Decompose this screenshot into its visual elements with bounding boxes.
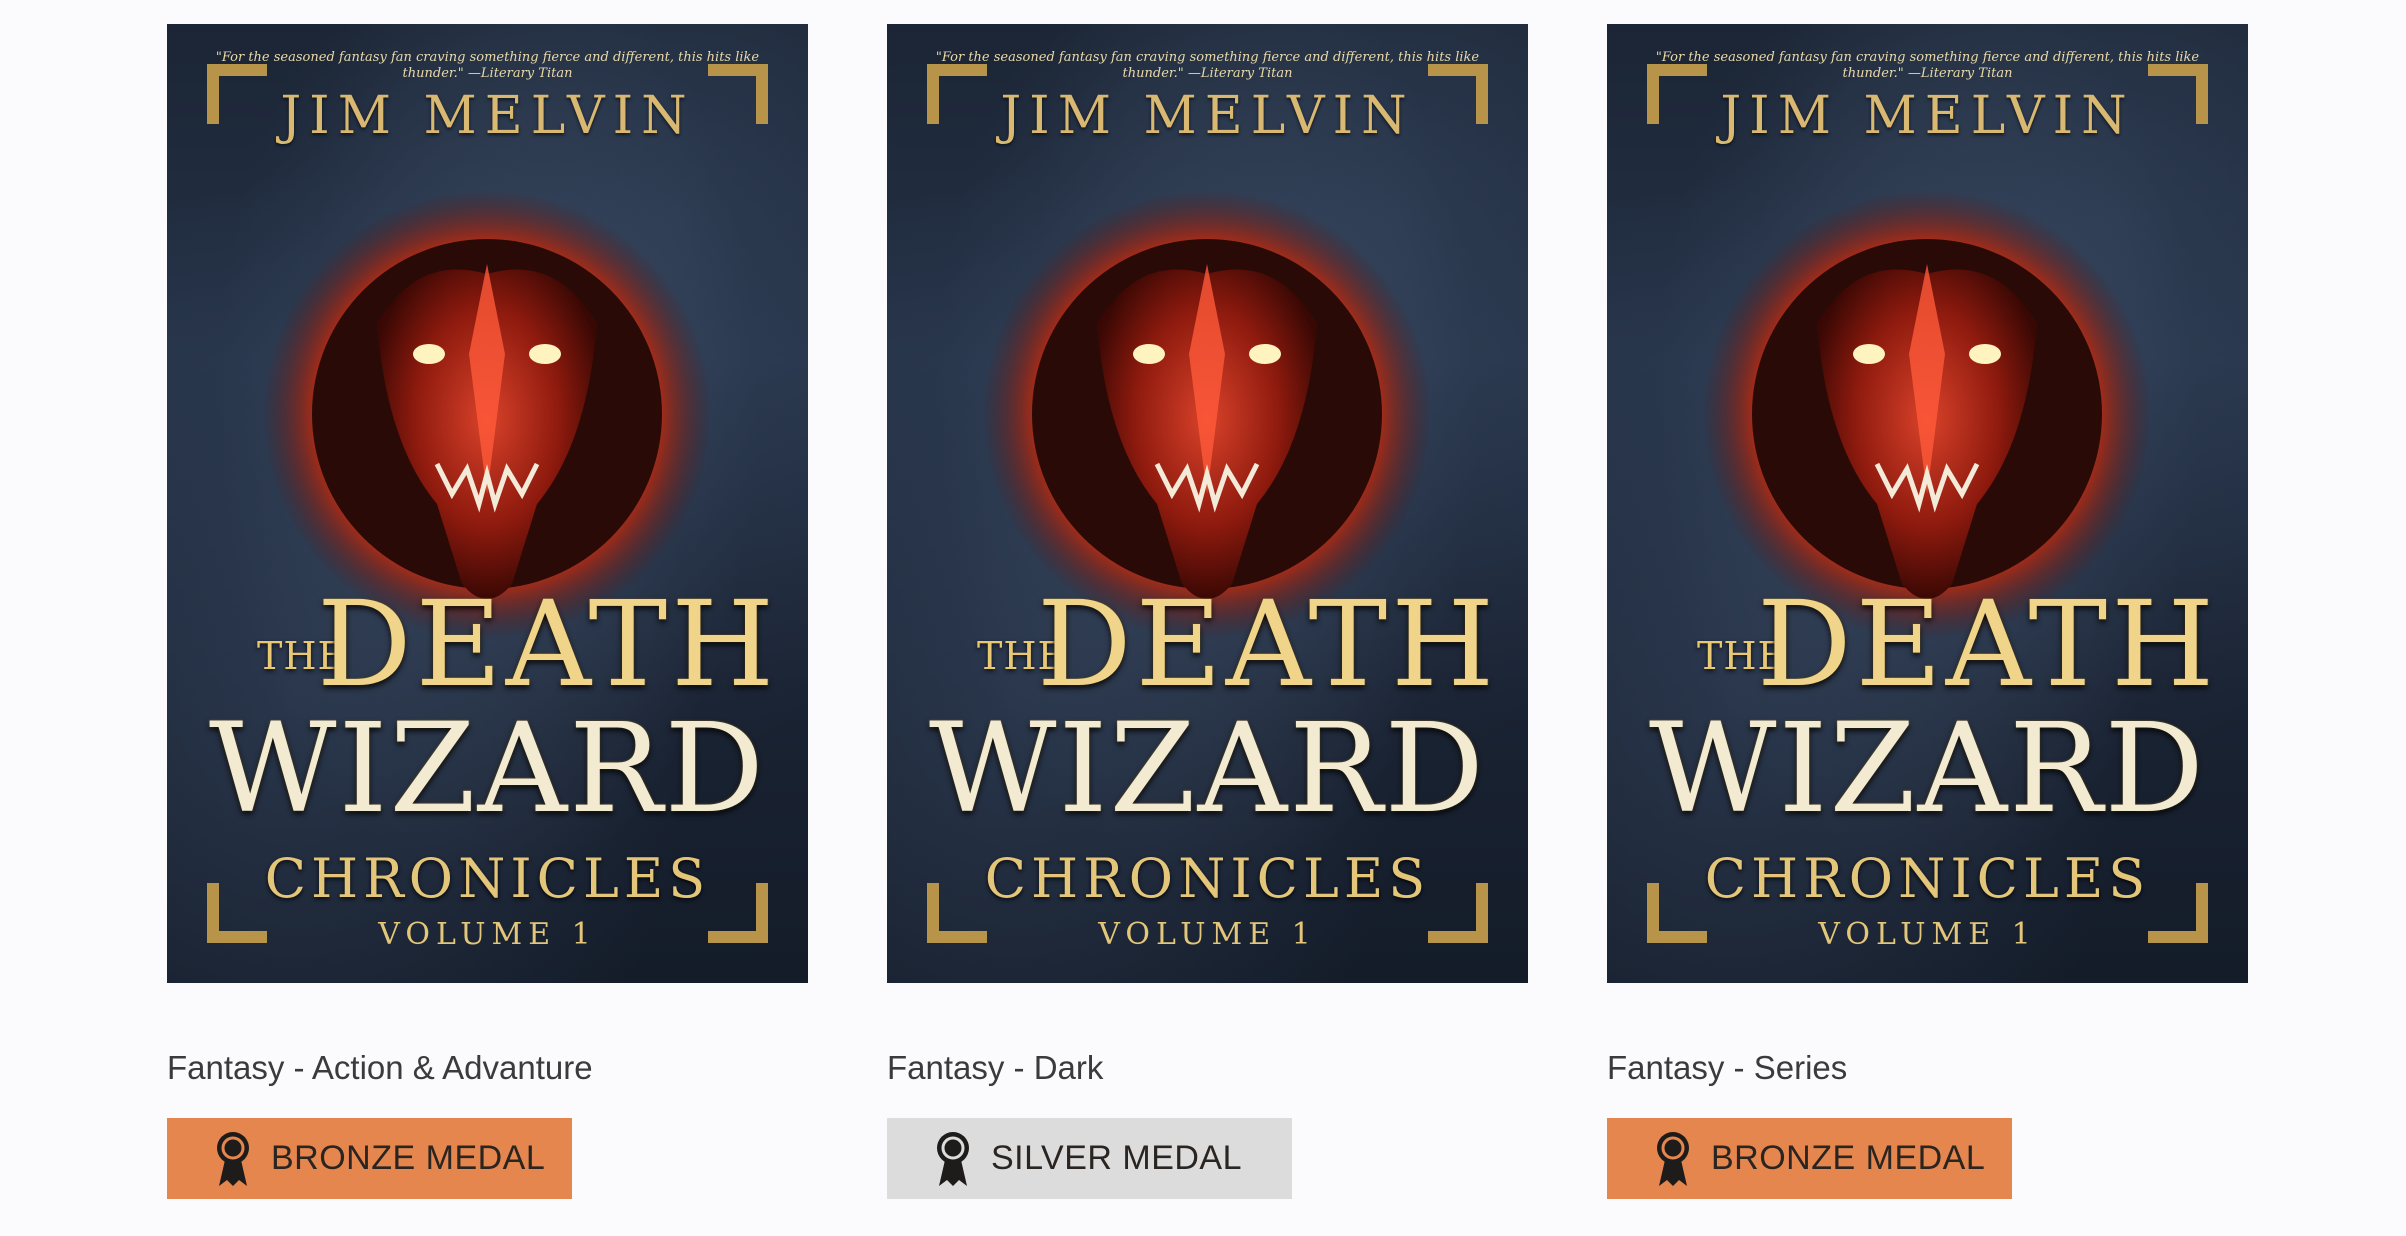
cover-title-volume: VOLUME 1 [1098, 917, 1317, 952]
award-card: "For the seasoned fantasy fan craving so… [887, 24, 1528, 1199]
cover-title-chronicles: CHRONICLES [1704, 847, 2151, 910]
cover-author: JIM MELVIN [280, 86, 695, 146]
book-cover[interactable]: "For the seasoned fantasy fan craving so… [887, 24, 1528, 983]
cover-title-death: DEATH [317, 575, 779, 713]
silver-medal-badge[interactable]: SILVER MEDAL [887, 1118, 1292, 1199]
cover-quote: "For the seasoned fantasy fan craving so… [935, 50, 1480, 81]
medal-label: SILVER MEDAL [991, 1139, 1243, 1177]
award-category: Fantasy - Series [1607, 1049, 1848, 1086]
award-category: Fantasy - Action & Advanture [167, 1049, 593, 1086]
cover-title-death: DEATH [1757, 575, 2219, 713]
award-card: "For the seasoned fantasy fan craving so… [1607, 24, 2248, 1199]
award-grid: "For the seasoned fantasy fan craving so… [0, 0, 2406, 1236]
cover-author: JIM MELVIN [1000, 86, 1415, 146]
cover-title-chronicles: CHRONICLES [984, 847, 1431, 910]
cover-title-death: DEATH [1037, 575, 1499, 713]
award-category: Fantasy - Dark [887, 1049, 1104, 1086]
cover-title-wizard: WIZARD [929, 697, 1486, 841]
cover-author: JIM MELVIN [1720, 86, 2135, 146]
cover-title-wizard: WIZARD [209, 697, 766, 841]
medal-label: BRONZE MEDAL [271, 1139, 546, 1177]
book-cover[interactable]: "For the seasoned fantasy fan craving so… [167, 24, 808, 983]
award-card: "For the seasoned fantasy fan craving so… [167, 24, 808, 1199]
cover-title-chronicles: CHRONICLES [264, 847, 711, 910]
award-ribbon-icon [935, 1130, 971, 1188]
cover-quote: "For the seasoned fantasy fan craving so… [215, 50, 760, 81]
bronze-medal-badge[interactable]: BRONZE MEDAL [167, 1118, 572, 1199]
book-cover[interactable]: "For the seasoned fantasy fan craving so… [1607, 24, 2248, 983]
bronze-medal-badge[interactable]: BRONZE MEDAL [1607, 1118, 2012, 1199]
cover-title-volume: VOLUME 1 [1818, 917, 2037, 952]
cover-quote: "For the seasoned fantasy fan craving so… [1655, 50, 2200, 81]
cover-title-volume: VOLUME 1 [378, 917, 597, 952]
award-ribbon-icon [215, 1130, 251, 1188]
medal-label: BRONZE MEDAL [1711, 1139, 1986, 1177]
cover-title-wizard: WIZARD [1649, 697, 2206, 841]
award-ribbon-icon [1655, 1130, 1691, 1188]
